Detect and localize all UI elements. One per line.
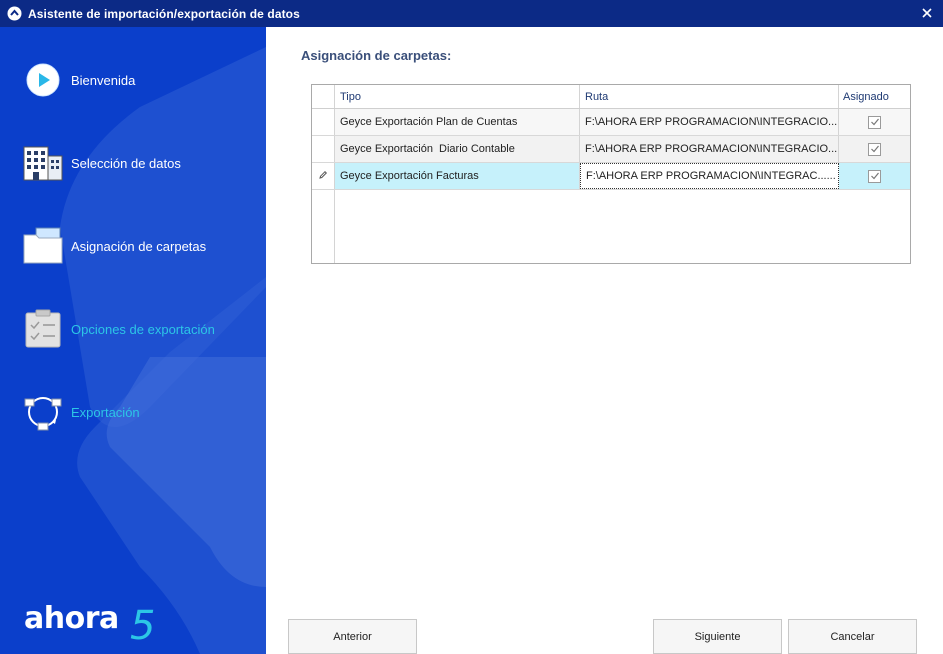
cell-asignado xyxy=(839,136,910,162)
folder-icon xyxy=(22,226,64,266)
step-opciones-exportacion[interactable]: Opciones de exportación xyxy=(22,309,215,349)
step-exportacion[interactable]: Exportación xyxy=(22,392,140,432)
cell-asignado xyxy=(839,109,910,135)
wizard-window: Asistente de importación/exportación de … xyxy=(0,0,943,654)
asignado-checkbox[interactable] xyxy=(868,169,881,183)
step-asignacion-carpetas[interactable]: Asignación de carpetas xyxy=(22,226,206,266)
svg-text:5: 5 xyxy=(130,603,155,645)
step-seleccion-datos[interactable]: Selección de datos xyxy=(22,143,181,183)
folders-grid: Tipo Ruta Asignado Geyce Exportación Pla… xyxy=(311,84,911,264)
table-row[interactable]: Geyce Exportación Plan de Cuentas F:\AHO… xyxy=(312,109,910,136)
row-indicator xyxy=(312,109,335,135)
wizard-sidebar: Bienvenida Selección de datos Asignación… xyxy=(0,27,266,654)
step-label: Opciones de exportación xyxy=(71,321,215,337)
section-title: Asignación de carpetas: xyxy=(301,48,452,63)
table-row-selected[interactable]: Geyce Exportación Facturas F:\AHORA ERP … xyxy=(312,163,910,190)
previous-button[interactable]: Anterior xyxy=(288,619,417,654)
cell-asignado xyxy=(839,163,910,189)
cell-tipo[interactable]: Geyce Exportación Facturas xyxy=(335,163,580,189)
browse-folder-button[interactable]: ... xyxy=(827,170,836,182)
sync-cycle-icon xyxy=(22,392,64,432)
ahora-logo: ahora 5 xyxy=(24,595,159,645)
play-icon xyxy=(22,60,64,100)
column-header-asignado[interactable]: Asignado xyxy=(839,85,910,108)
svg-text:ahora: ahora xyxy=(24,601,119,636)
ahora5-logo-image: ahora 5 xyxy=(24,601,155,645)
cell-ruta-editor[interactable]: F:\AHORA ERP PROGRAMACION\INTEGRAC... ..… xyxy=(580,163,839,189)
step-bienvenida[interactable]: Bienvenida xyxy=(22,60,135,100)
close-icon[interactable] xyxy=(919,5,935,21)
ruta-value: F:\AHORA ERP PROGRAMACION\INTEGRAC... xyxy=(586,170,827,182)
cell-tipo[interactable]: Geyce Exportación Diario Contable xyxy=(335,136,580,162)
edit-row-indicator xyxy=(312,163,335,189)
next-button[interactable]: Siguiente xyxy=(653,619,782,654)
step-label: Selección de datos xyxy=(71,155,181,171)
cancel-button[interactable]: Cancelar xyxy=(788,619,917,654)
cell-ruta[interactable]: F:\AHORA ERP PROGRAMACION\INTEGRACIO... xyxy=(580,136,839,162)
row-indicator-header xyxy=(312,85,335,108)
title-bar: Asistente de importación/exportación de … xyxy=(0,0,943,27)
step-label: Exportación xyxy=(71,404,140,420)
step-label: Asignación de carpetas xyxy=(71,238,207,254)
asignado-checkbox[interactable] xyxy=(868,142,881,156)
cell-ruta[interactable]: F:\AHORA ERP PROGRAMACION\INTEGRACIO... xyxy=(580,109,839,135)
table-row[interactable]: Geyce Exportación Diario Contable F:\AHO… xyxy=(312,136,910,163)
building-icon xyxy=(22,143,64,183)
window-title: Asistente de importación/exportación de … xyxy=(28,6,300,21)
column-header-ruta[interactable]: Ruta xyxy=(580,85,839,108)
app-logo-icon xyxy=(7,6,22,21)
clipboard-checklist-icon xyxy=(22,309,64,349)
step-label: Bienvenida xyxy=(71,72,136,88)
cell-tipo[interactable]: Geyce Exportación Plan de Cuentas xyxy=(335,109,580,135)
row-indicator xyxy=(312,136,335,162)
row-indicator-column xyxy=(312,190,335,263)
column-header-tipo[interactable]: Tipo xyxy=(335,85,580,108)
asignado-checkbox[interactable] xyxy=(868,115,881,129)
grid-header: Tipo Ruta Asignado xyxy=(312,85,910,109)
pencil-icon xyxy=(318,170,328,183)
